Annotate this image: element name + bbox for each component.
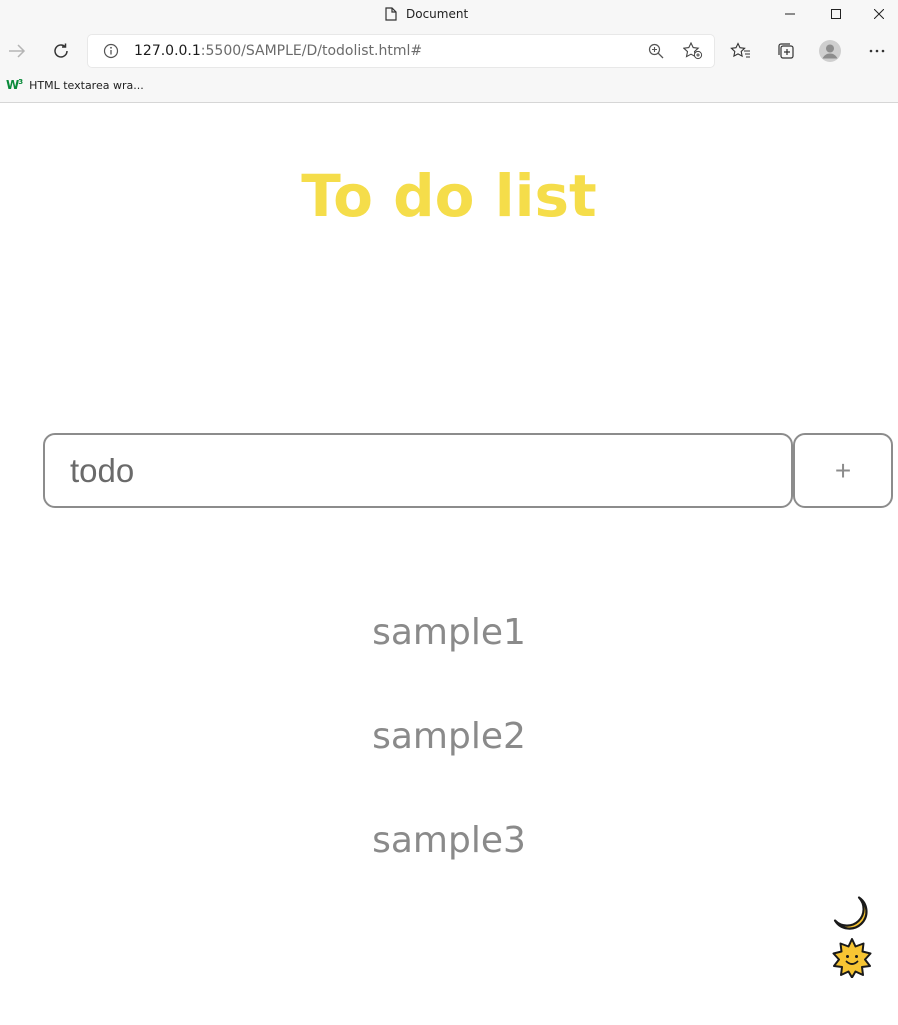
- site-info-icon[interactable]: [102, 42, 120, 60]
- bookmark-item[interactable]: W3 HTML textarea wra...: [6, 75, 144, 95]
- collections-icon[interactable]: [774, 39, 798, 63]
- window-title-text: Document: [406, 7, 469, 21]
- refresh-icon: [54, 43, 68, 58]
- todo-item[interactable]: sample3: [0, 808, 898, 912]
- bookmark-label: HTML textarea wra...: [29, 78, 144, 92]
- url-text[interactable]: 127.0.0.1:5500/SAMPLE/D/todolist.html#: [134, 42, 422, 60]
- address-bar[interactable]: 127.0.0.1:5500/SAMPLE/D/todolist.html#: [88, 35, 714, 67]
- todo-item[interactable]: sample1: [0, 600, 898, 704]
- bookmarks-bar: W3 HTML textarea wra...: [0, 72, 898, 98]
- maximize-button[interactable]: [813, 0, 859, 28]
- minimize-icon: [785, 13, 795, 15]
- refresh-button[interactable]: [48, 38, 74, 64]
- close-icon: [873, 9, 884, 19]
- todo-list: sample1 sample2 sample3: [0, 600, 898, 912]
- favorites-icon[interactable]: [729, 39, 753, 63]
- url-path: :5500/SAMPLE/D/todolist.html#: [200, 43, 423, 59]
- more-menu-icon[interactable]: [865, 39, 889, 63]
- page-title: To do list: [301, 162, 597, 230]
- moon-icon[interactable]: [832, 894, 872, 934]
- title-bar: Document: [0, 0, 898, 28]
- close-button[interactable]: [859, 0, 898, 28]
- navigation-bar: 127.0.0.1:5500/SAMPLE/D/todolist.html#: [0, 34, 898, 68]
- minimize-button[interactable]: [767, 0, 813, 28]
- add-favorite-icon[interactable]: [682, 41, 704, 61]
- add-todo-button[interactable]: +: [793, 433, 893, 508]
- browser-chrome: Document 127.0.0.1:5500/SAMPLE/D/todolis…: [0, 0, 898, 103]
- document-icon: [385, 7, 397, 21]
- maximize-icon: [831, 9, 841, 19]
- forward-button[interactable]: [4, 38, 30, 64]
- window-title: Document: [385, 5, 468, 23]
- todo-item[interactable]: sample2: [0, 704, 898, 808]
- zoom-icon[interactable]: [646, 41, 666, 61]
- arrow-right-icon: [9, 44, 26, 58]
- w3schools-logo-icon: W3: [6, 78, 23, 92]
- profile-avatar-icon[interactable]: [818, 39, 842, 63]
- sun-icon[interactable]: [832, 938, 872, 978]
- url-host: 127.0.0.1: [134, 43, 201, 59]
- todo-input[interactable]: [43, 433, 793, 508]
